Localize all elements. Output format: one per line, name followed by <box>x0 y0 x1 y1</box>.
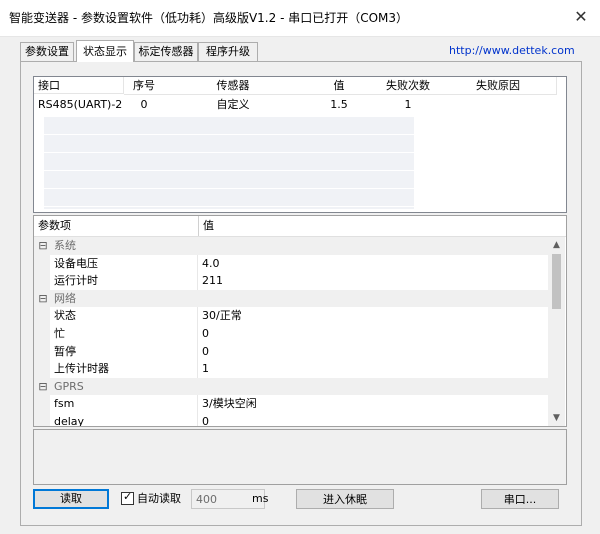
property-value: 30/正常 <box>202 309 242 323</box>
close-icon[interactable]: ✕ <box>570 7 592 27</box>
auto-read-label: 自动读取 <box>137 492 181 505</box>
checkmark-icon: ✓ <box>123 489 133 503</box>
collapse-icon[interactable]: ⊟ <box>36 290 50 308</box>
redraw-artifact <box>44 117 414 209</box>
category-label: 系统 <box>54 239 76 252</box>
property-grid-header: 参数项 值 <box>34 216 566 237</box>
property-row[interactable]: 设备电压 4.0 <box>34 254 548 273</box>
sensor-list[interactable]: 接口 序号 传感器 值 失败次数 失败原因 RS485(UART)-2 0 自定… <box>33 76 567 213</box>
tab-calibrate-sensor[interactable]: 标定传感器 <box>134 42 198 61</box>
tab-parameter-settings[interactable]: 参数设置 <box>20 42 74 61</box>
property-grid[interactable]: 参数项 值 ⊟ 系统 设备电压 4.0 运行计时 211 ⊟ 网络 状态 30/… <box>33 215 567 427</box>
scroll-down-icon[interactable]: ▼ <box>548 410 565 426</box>
collapse-icon[interactable]: ⊟ <box>36 237 50 255</box>
vertical-scrollbar[interactable]: ▲ ▼ <box>548 237 565 426</box>
auto-read-checkbox[interactable]: ✓ <box>121 489 134 505</box>
column-fail-count[interactable]: 失败次数 <box>376 77 441 95</box>
category-system[interactable]: ⊟ 系统 <box>34 237 548 255</box>
property-name: 上传计时器 <box>34 360 198 378</box>
tab-status-display[interactable]: 状态显示 <box>76 40 134 62</box>
sensor-list-header: 接口 序号 传感器 值 失败次数 失败原因 <box>34 77 566 95</box>
property-row[interactable]: delay 0 <box>34 412 548 427</box>
cell-index: 0 <box>140 98 148 111</box>
property-row[interactable]: 上传计时器 1 <box>34 360 548 378</box>
collapse-icon[interactable]: ⊟ <box>36 378 50 396</box>
scroll-up-icon[interactable]: ▲ <box>548 237 565 253</box>
property-description-box <box>33 429 567 485</box>
property-row[interactable]: 状态 30/正常 <box>34 307 548 325</box>
auto-read-option[interactable]: ✓ 自动读取 <box>121 490 181 508</box>
column-value[interactable]: 值 <box>302 77 377 95</box>
cell-fail-reason <box>440 97 556 113</box>
tab-firmware-upgrade[interactable]: 程序升级 <box>198 42 258 61</box>
property-name: delay <box>34 412 198 426</box>
category-label: 网络 <box>54 291 76 305</box>
property-value: 3/模块空闲 <box>202 397 257 411</box>
property-value: 0 <box>202 344 209 358</box>
property-value: 1 <box>202 362 209 376</box>
property-name: 运行计时 <box>34 272 198 290</box>
property-row[interactable]: fsm 3/模块空闲 <box>34 395 548 413</box>
cell-interface: RS485(UART)-2 <box>38 98 123 111</box>
property-row[interactable]: 暂停 0 <box>34 342 548 361</box>
category-gprs[interactable]: ⊟ GPRS <box>34 377 548 396</box>
property-row[interactable]: 忙 0 <box>34 324 548 343</box>
cell-sensor: 自定义 <box>216 98 250 111</box>
property-grid-body: ⊟ 系统 设备电压 4.0 运行计时 211 ⊟ 网络 状态 30/正常 忙 0… <box>34 237 548 426</box>
title-bar: 智能变送器 - 参数设置软件（低功耗）高级版V1.2 - 串口已打开（COM3）… <box>0 0 600 37</box>
cell-fail-count: 1 <box>404 98 412 111</box>
property-name: 状态 <box>34 307 198 325</box>
property-name: 忙 <box>34 324 198 343</box>
property-value: 211 <box>202 274 223 288</box>
column-index[interactable]: 序号 <box>124 77 165 95</box>
property-name: fsm <box>34 395 198 413</box>
property-row[interactable]: 运行计时 211 <box>34 272 548 290</box>
read-button[interactable]: 读取 <box>33 489 109 509</box>
column-fail-reason[interactable]: 失败原因 <box>440 77 557 95</box>
website-link[interactable]: http://www.dettek.com <box>449 44 575 57</box>
category-network[interactable]: ⊟ 网络 <box>34 289 548 308</box>
window-title: 智能变送器 - 参数设置软件（低功耗）高级版V1.2 - 串口已打开（COM3） <box>9 11 409 25</box>
column-sensor[interactable]: 传感器 <box>164 77 303 95</box>
property-name: 暂停 <box>34 342 198 361</box>
property-value: 4.0 <box>202 256 220 270</box>
property-name: 设备电压 <box>34 254 198 273</box>
property-value: 0 <box>202 414 209 427</box>
table-row[interactable]: RS485(UART)-2 0 自定义 1.5 1 <box>34 97 566 113</box>
cell-value: 1.5 <box>330 98 348 111</box>
interval-unit-label: ms <box>252 492 269 505</box>
header-parameter: 参数项 <box>38 219 71 232</box>
status-panel: 接口 序号 传感器 值 失败次数 失败原因 RS485(UART)-2 0 自定… <box>20 61 582 526</box>
serial-port-button[interactable]: 串口... <box>481 489 559 509</box>
property-value: 0 <box>202 326 209 340</box>
enter-sleep-button[interactable]: 进入休眠 <box>296 489 394 509</box>
scroll-thumb[interactable] <box>552 254 561 309</box>
column-interface[interactable]: 接口 <box>34 77 124 94</box>
header-value: 值 <box>203 219 214 232</box>
category-label: GPRS <box>54 379 84 393</box>
